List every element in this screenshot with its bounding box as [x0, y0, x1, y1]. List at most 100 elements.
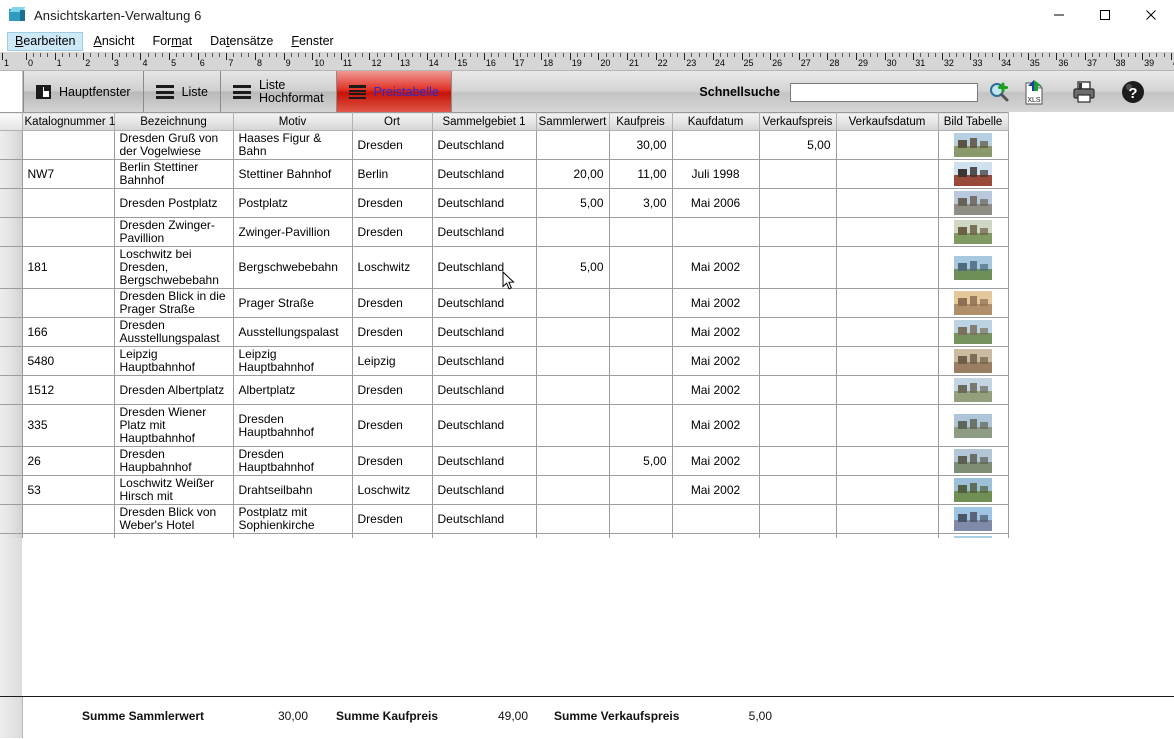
toolbar-button-preistabelle[interactable]: Preistabelle [337, 71, 452, 113]
cell-verkaufspreis[interactable] [759, 189, 836, 218]
cell-verkaufsdatum[interactable] [836, 405, 938, 447]
cell-kaufdatum[interactable]: Mai 2002 [672, 376, 759, 405]
cell-kaufdatum[interactable] [672, 131, 759, 160]
cell-kaufdatum[interactable]: Mai 2002 [672, 405, 759, 447]
cell-kaufpreis[interactable] [609, 247, 672, 289]
cell-kaufdatum[interactable] [672, 505, 759, 534]
cell-motiv[interactable]: Prager Straße [233, 289, 352, 318]
table-row[interactable]: Dresden Zwinger-PavillionZwinger-Pavilli… [0, 218, 1008, 247]
cell-bezeichnung[interactable]: Loschwitz Weißer Hirsch mit [114, 476, 233, 505]
cell-bezeichnung[interactable]: Dresden Blick in die Prager Straße [114, 289, 233, 318]
cell-sammelgebiet[interactable]: Deutschland [432, 131, 536, 160]
cell-motiv[interactable]: Albertplatz [233, 376, 352, 405]
cell-verkaufsdatum[interactable] [836, 447, 938, 476]
cell-kaufdatum[interactable]: Mai 2006 [672, 189, 759, 218]
cell-kaufpreis[interactable] [609, 376, 672, 405]
cell-kaufdatum[interactable]: Mai 2002 [672, 247, 759, 289]
cell-ort[interactable]: Loschwitz [352, 247, 432, 289]
search-input[interactable] [790, 83, 978, 102]
menu-format[interactable]: Format [144, 32, 200, 51]
cell-kaufpreis[interactable]: 30,00 [609, 131, 672, 160]
cell-motiv[interactable]: Zwinger-Pavillion [233, 218, 352, 247]
cell-kaufdatum[interactable]: Mai 2002 [672, 447, 759, 476]
column-header-kaufdatum[interactable]: Kaufdatum [672, 113, 759, 131]
cell-motiv[interactable]: Stettiner Bahnhof [233, 160, 352, 189]
column-header-katalognummer[interactable]: Katalognummer 1 [22, 113, 114, 131]
table-row[interactable]: Dresden PostplatzPostplatzDresdenDeutsch… [0, 189, 1008, 218]
table-row[interactable]: Dresden Gruß von der VogelwieseHaases Fi… [0, 131, 1008, 160]
cell-sammlerwert[interactable] [536, 447, 609, 476]
cell-bild-thumbnail[interactable] [938, 247, 1008, 289]
cell-sammelgebiet[interactable]: Deutschland [432, 476, 536, 505]
cell-verkaufsdatum[interactable] [836, 505, 938, 534]
close-button[interactable] [1128, 0, 1174, 30]
cell-bild-thumbnail[interactable] [938, 289, 1008, 318]
cell-motiv[interactable]: Bergschwebebahn [233, 247, 352, 289]
cell-sammlerwert[interactable] [536, 131, 609, 160]
cell-verkaufsdatum[interactable] [836, 376, 938, 405]
row-selector-cell[interactable] [0, 218, 22, 247]
printer-icon[interactable] [1070, 78, 1098, 106]
cell-kaufpreis[interactable] [609, 347, 672, 376]
cell-verkaufspreis[interactable] [759, 318, 836, 347]
cell-verkaufsdatum[interactable] [836, 189, 938, 218]
cell-verkaufspreis[interactable] [759, 447, 836, 476]
cell-katalognummer[interactable]: NW7 [22, 160, 114, 189]
cell-verkaufspreis[interactable] [759, 476, 836, 505]
cell-verkaufspreis[interactable] [759, 505, 836, 534]
cell-sammlerwert[interactable] [536, 289, 609, 318]
cell-katalognummer[interactable]: 5480 [22, 347, 114, 376]
cell-kaufpreis[interactable] [609, 476, 672, 505]
row-selector-cell[interactable] [0, 505, 22, 534]
cell-bild-thumbnail[interactable] [938, 447, 1008, 476]
row-selector-cell[interactable] [0, 289, 22, 318]
cell-katalognummer[interactable]: 335 [22, 405, 114, 447]
cell-ort[interactable]: Dresden [352, 289, 432, 318]
column-header-bezeichnung[interactable]: Bezeichnung [114, 113, 233, 131]
cell-sammelgebiet[interactable]: Deutschland [432, 289, 536, 318]
cell-bezeichnung[interactable]: Dresden Wiener Platz mit Hauptbahnhof [114, 405, 233, 447]
table-row[interactable]: 53Loschwitz Weißer Hirsch mitDrahtseilba… [0, 476, 1008, 505]
cell-verkaufsdatum[interactable] [836, 131, 938, 160]
cell-sammlerwert[interactable]: 20,00 [536, 160, 609, 189]
cell-bild-thumbnail[interactable] [938, 131, 1008, 160]
cell-katalognummer[interactable] [22, 289, 114, 318]
cell-bild-thumbnail[interactable] [938, 160, 1008, 189]
cell-kaufpreis[interactable] [609, 289, 672, 318]
row-selector-cell[interactable] [0, 247, 22, 289]
cell-verkaufspreis[interactable] [759, 376, 836, 405]
cell-sammelgebiet[interactable]: Deutschland [432, 405, 536, 447]
cell-kaufdatum[interactable]: Mai 2002 [672, 347, 759, 376]
column-header-motiv[interactable]: Motiv [233, 113, 352, 131]
cell-verkaufspreis[interactable]: 5,00 [759, 131, 836, 160]
cell-katalognummer[interactable] [22, 131, 114, 160]
cell-katalognummer[interactable] [22, 505, 114, 534]
cell-katalognummer[interactable]: 1512 [22, 376, 114, 405]
table-row[interactable]: Dresden Blick von Weber's HotelPostplatz… [0, 505, 1008, 534]
cell-sammlerwert[interactable] [536, 505, 609, 534]
cell-motiv[interactable]: Postplatz mit Sophienkirche [233, 505, 352, 534]
cell-katalognummer[interactable]: 26 [22, 447, 114, 476]
cell-sammelgebiet[interactable]: Deutschland [432, 189, 536, 218]
row-selector-cell[interactable] [0, 131, 22, 160]
cell-bezeichnung[interactable]: Dresden Zwinger-Pavillion [114, 218, 233, 247]
table-row[interactable]: 26Dresden HaupbahnhofDresden Hauptbahnho… [0, 447, 1008, 476]
row-selector-cell[interactable] [0, 347, 22, 376]
cell-bild-thumbnail[interactable] [938, 505, 1008, 534]
cell-kaufpreis[interactable] [609, 318, 672, 347]
cell-kaufpreis[interactable] [609, 505, 672, 534]
cell-bild-thumbnail[interactable] [938, 347, 1008, 376]
cell-sammelgebiet[interactable]: Deutschland [432, 160, 536, 189]
cell-motiv[interactable]: Haases Figur & Bahn [233, 131, 352, 160]
row-selector-cell[interactable] [0, 405, 22, 447]
toolbar-button-liste[interactable]: Liste [144, 71, 221, 113]
cell-sammlerwert[interactable] [536, 405, 609, 447]
cell-motiv[interactable]: Postplatz [233, 189, 352, 218]
cell-bild-thumbnail[interactable] [938, 318, 1008, 347]
cell-kaufdatum[interactable] [672, 218, 759, 247]
cell-sammlerwert[interactable]: 5,00 [536, 247, 609, 289]
cell-bezeichnung[interactable]: Leipzig Hauptbahnhof [114, 347, 233, 376]
cell-verkaufsdatum[interactable] [836, 289, 938, 318]
column-header-sammelgebiet[interactable]: Sammelgebiet 1 [432, 113, 536, 131]
cell-kaufpreis[interactable]: 5,00 [609, 447, 672, 476]
